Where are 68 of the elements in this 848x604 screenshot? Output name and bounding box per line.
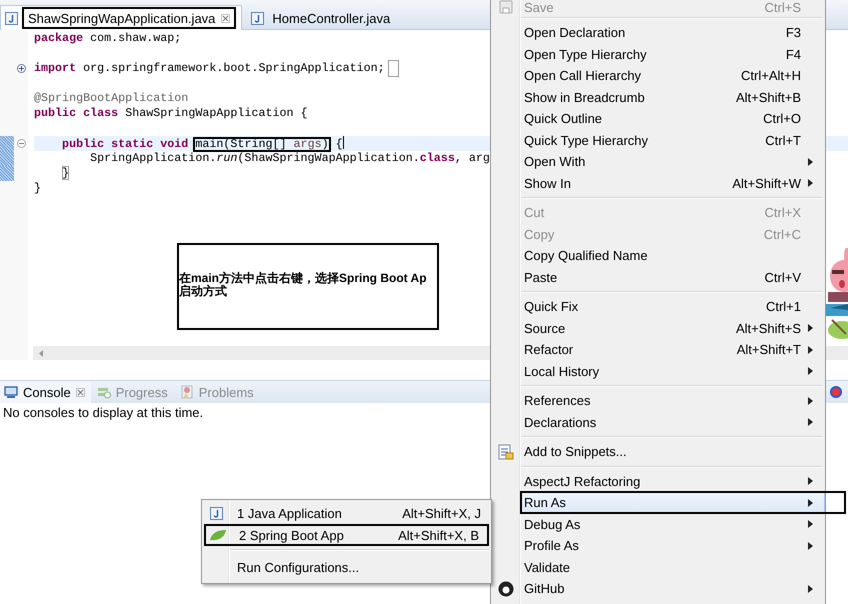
code-line: } (34, 181, 42, 196)
menu-item[interactable]: Open Declaration F3 (491, 22, 825, 44)
editor-tab[interactable]: ShawSpringWapApplication.java (0, 5, 242, 30)
round-icon (498, 580, 514, 597)
menu-item[interactable]: Open Type Hierarchy F4 (491, 44, 825, 65)
menu-item[interactable]: Run Configurations... (204, 554, 489, 580)
menu-item[interactable]: Copy Qualified Name (491, 245, 825, 266)
menu-item[interactable]: Show in Breadcrumb Alt+Shift+B (491, 86, 825, 108)
code-line: import org.springframework.boot.SpringApplication; (34, 61, 385, 76)
snippet-icon (498, 444, 514, 460)
java-file-icon (210, 506, 222, 520)
menu-item[interactable]: Validate (491, 556, 825, 578)
progress-icon (96, 386, 111, 398)
menu-item[interactable]: Local History (491, 360, 825, 382)
console-message: No consoles to display at this time. (3, 405, 204, 420)
menu-item[interactable]: Add to Snippets... (491, 441, 825, 462)
menu-item[interactable]: Refactor Alt+Shift+T (491, 339, 825, 360)
menu-item[interactable]: References (491, 390, 825, 412)
submenu-arrow-icon (808, 542, 813, 550)
toolbar-icon[interactable] (830, 386, 842, 398)
submenu-arrow-icon (808, 324, 813, 332)
menu-item[interactable]: Paste Ctrl+V (491, 266, 825, 288)
code-line: public class ShawSpringWapApplication { (34, 106, 308, 121)
submenu-arrow-icon (808, 346, 813, 354)
submenu-arrow-icon (808, 158, 813, 166)
menu-item[interactable]: Quick Fix Ctrl+1 (491, 296, 825, 318)
expand-icon[interactable] (16, 64, 26, 73)
menu-item[interactable]: Open Call Hierarchy Ctrl+Alt+H (491, 65, 825, 86)
menu-item[interactable]: Quick Type Hierarchy Ctrl+T (491, 130, 825, 151)
menu-item[interactable]: Source Alt+Shift+S (491, 318, 825, 339)
menu-item[interactable]: 1 Java Application Alt+Shift+X, J (204, 502, 489, 524)
menu-item[interactable]: AspectJ Refactoring (491, 470, 825, 492)
java-file-icon (5, 12, 18, 24)
menu-item[interactable]: GitHub (491, 578, 825, 600)
java-file-icon (251, 12, 264, 24)
leaf-icon (209, 529, 227, 541)
horizontal-scrollbar[interactable] (33, 346, 490, 360)
menu-item[interactable]: Open With (491, 151, 825, 172)
editor-tab[interactable]: HomeController.java (246, 5, 400, 30)
close-icon[interactable] (221, 14, 230, 22)
submenu-arrow-icon (808, 477, 813, 486)
problems-icon (180, 385, 194, 399)
scroll-left-icon[interactable] (39, 350, 43, 356)
submenu-arrow-icon (808, 396, 813, 405)
menu-item[interactable]: Show In Alt+Shift+W (491, 172, 825, 194)
view-tab[interactable]: Console (0, 381, 91, 403)
submenu-arrow-icon (808, 520, 813, 528)
code-line: package com.shaw.wap; (34, 31, 182, 46)
submenu-arrow-icon (808, 498, 813, 507)
code-line: SpringApplication.run(ShawSpringWapApplication.class, arg (89, 151, 490, 166)
menu-item[interactable]: Quick Outline Ctrl+O (491, 108, 825, 130)
menu-item[interactable]: Declarations (491, 412, 825, 433)
submenu-arrow-icon (808, 418, 813, 426)
monitor-icon (4, 386, 18, 398)
callout-text: 启动方式 (179, 285, 228, 298)
menu-item[interactable]: 2 Spring Boot App Alt+Shift+X, B (204, 524, 489, 546)
code-line: } (61, 166, 70, 181)
collapse-icon[interactable] (16, 139, 26, 148)
submenu-arrow-icon (808, 367, 813, 376)
close-icon[interactable] (76, 388, 85, 396)
scrollbar-track[interactable] (826, 346, 848, 360)
collapsed-code-icon[interactable] (388, 60, 399, 77)
code-line: @SpringBootApplication (34, 91, 188, 106)
callout-text: 在main方法中点击右键，选择Spring Boot Ap (179, 272, 428, 285)
menu-item[interactable]: Profile As (491, 535, 825, 556)
submenu-arrow-icon (808, 179, 813, 188)
menu-item[interactable]: Debug As (491, 514, 825, 535)
submenu-arrow-icon (808, 584, 813, 593)
